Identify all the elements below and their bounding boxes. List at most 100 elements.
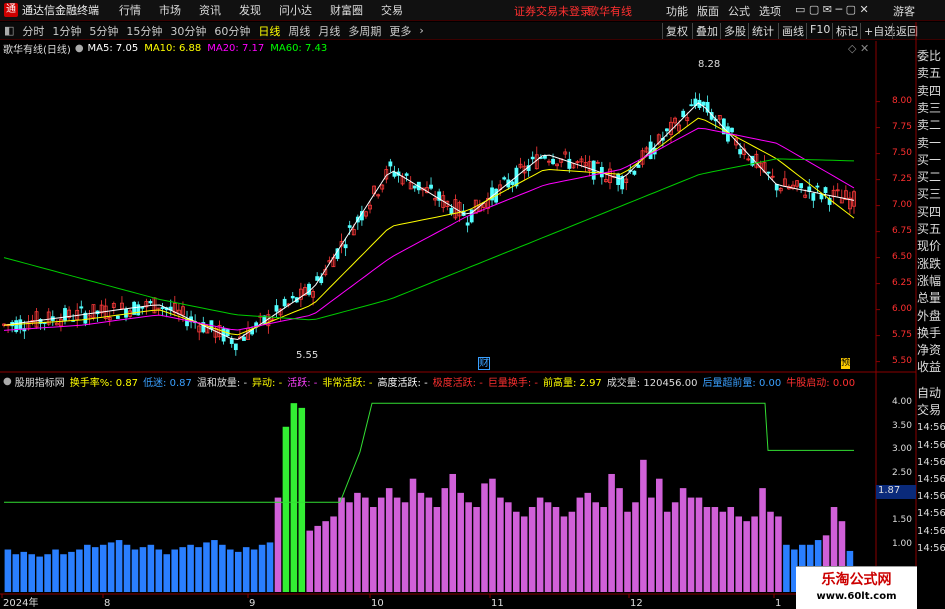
turnover-bar <box>719 511 727 592</box>
turnover-bar <box>91 547 99 592</box>
turnover-bar <box>648 497 655 592</box>
turnover-bar <box>115 540 123 592</box>
price-tick: 6.75 <box>891 225 912 236</box>
prior-high-line <box>4 402 854 503</box>
sidebar-trade-label[interactable]: 14:56 <box>917 539 945 558</box>
indicator-seg: 活跃: - <box>287 377 318 389</box>
sidebar-label[interactable]: 收益 <box>917 358 945 377</box>
ma-line-ma20 <box>3 127 855 331</box>
turnover-bar <box>528 507 536 592</box>
indicator-tick: 1.00 <box>891 538 912 549</box>
sidebar-label[interactable]: 卖二 <box>917 116 945 135</box>
x-tick: 11 <box>491 598 504 609</box>
turnover-bar <box>44 554 51 592</box>
x-tick: 10 <box>371 598 384 609</box>
indicator-name: 股朋指标网 <box>14 377 65 389</box>
turnover-bar <box>76 549 83 592</box>
turnover-bar <box>449 473 457 592</box>
indicator-tick: 3.00 <box>891 444 912 455</box>
sidebar-label[interactable]: 买四 <box>917 203 945 222</box>
turnover-bar <box>346 502 353 592</box>
turnover-bar <box>751 516 758 592</box>
turnover-bar <box>20 551 28 592</box>
price-tick: 6.50 <box>891 251 912 262</box>
turnover-bar <box>99 544 107 592</box>
turnover-bar <box>457 492 464 592</box>
indicator-seg: 换手率%: 0.87 <box>69 377 139 389</box>
indicator-seg: 异动: - <box>252 377 283 389</box>
sidebar-label[interactable]: 总量 <box>917 289 945 308</box>
turnover-bar <box>60 554 67 592</box>
turnover-bar <box>155 549 163 592</box>
turnover-bar <box>84 544 91 592</box>
turnover-bar <box>377 497 385 592</box>
x-tick: 8 <box>104 598 110 609</box>
turnover-bar <box>417 492 425 592</box>
high-price-label: 8.28 <box>698 59 721 70</box>
price-tick: 7.50 <box>891 147 912 158</box>
x-tick: 12 <box>630 598 643 609</box>
turnover-bar <box>227 549 234 592</box>
turnover-bar <box>711 507 719 592</box>
turnover-bar <box>234 551 242 592</box>
turnover-bar <box>703 507 711 592</box>
turnover-bar <box>743 521 750 592</box>
turnover-bar <box>242 547 250 592</box>
chart-canvas[interactable]: 2024年 8 9 10 11 12 1 <box>0 0 945 609</box>
indicator-seg: 后量超前量: 0.00 <box>702 377 782 389</box>
turnover-bar <box>608 473 615 592</box>
x-tick: 9 <box>249 598 255 609</box>
turnover-bar <box>4 549 12 592</box>
turnover-bar <box>433 507 441 592</box>
turnover-bar <box>576 497 584 592</box>
turnover-bar <box>401 502 409 592</box>
indicator-tick: 1.50 <box>891 515 912 526</box>
turnover-bar <box>465 502 472 592</box>
turnover-bar <box>290 403 298 592</box>
price-tick: 7.75 <box>891 121 912 132</box>
indicator-seg: 成交量: 120456.00 <box>606 377 698 389</box>
turnover-bar <box>735 516 742 592</box>
x-tick: 1 <box>775 598 781 609</box>
turnover-bar <box>314 525 321 592</box>
finance-marker[interactable]: 财 <box>478 357 490 370</box>
turnover-bar <box>695 497 703 592</box>
price-tick: 5.50 <box>891 355 912 366</box>
turnover-bar <box>298 407 306 592</box>
turnover-bar <box>544 502 552 592</box>
turnover-bar <box>473 507 480 592</box>
x-tick: 2024年 <box>3 596 38 609</box>
turnover-bar <box>481 483 488 592</box>
turnover-bar <box>250 549 258 592</box>
ma-line-ma10 <box>3 117 855 336</box>
turnover-bar <box>671 502 679 592</box>
turnover-bar <box>370 507 377 592</box>
indicator-tick: 3.50 <box>891 420 912 431</box>
indicator-seg: 温和放量: - <box>196 377 248 389</box>
turnover-bar <box>187 544 194 592</box>
indicator-seg: 极度活跃: - <box>432 377 483 389</box>
turnover-bar <box>362 497 369 592</box>
forecast-marker[interactable]: 预 <box>841 358 851 369</box>
indicator-settings-icon[interactable]: ● <box>3 376 12 387</box>
turnover-bar <box>282 426 290 592</box>
turnover-bar <box>520 516 528 592</box>
turnover-bar <box>592 502 599 592</box>
turnover-bar <box>219 544 226 592</box>
turnover-bar <box>68 551 75 592</box>
price-tick: 6.00 <box>891 303 912 314</box>
turnover-bar <box>195 547 202 592</box>
turnover-bar <box>656 478 663 592</box>
turnover-bar <box>107 542 115 592</box>
turnover-bar <box>274 497 282 592</box>
turnover-bar <box>536 497 544 592</box>
low-price-label: 5.55 <box>296 350 319 361</box>
turnover-bar <box>28 554 35 592</box>
indicator-title: ● 股朋指标网 换手率%: 0.87 低迷: 0.87 温和放量: - 异动: - 活跃… <box>0 373 870 389</box>
turnover-bar <box>179 547 186 592</box>
turnover-bar <box>505 502 512 592</box>
ma-line-ma60 <box>3 158 855 321</box>
turnover-bar <box>624 511 631 592</box>
turnover-bar <box>338 497 345 592</box>
turnover-bar <box>775 516 782 592</box>
